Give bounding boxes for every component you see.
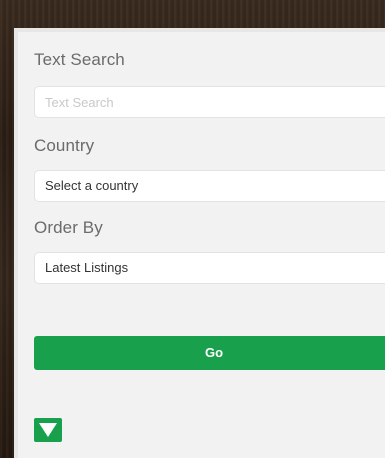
country-select-value: Select a country [45,178,139,193]
triangle-down-icon [39,423,57,437]
search-filter-panel: Text Search Country Select a country Ord… [14,28,385,458]
expand-toggle-button[interactable] [34,418,62,442]
text-search-label: Text Search [34,50,125,69]
text-search-input[interactable] [34,86,385,118]
order-by-select-value: Latest Listings [45,260,129,275]
country-select[interactable]: Select a country [34,170,385,202]
go-button[interactable]: Go [34,336,385,370]
order-by-label: Order By [34,218,103,237]
country-label: Country [34,136,95,155]
order-by-select[interactable]: Latest Listings [34,252,385,284]
